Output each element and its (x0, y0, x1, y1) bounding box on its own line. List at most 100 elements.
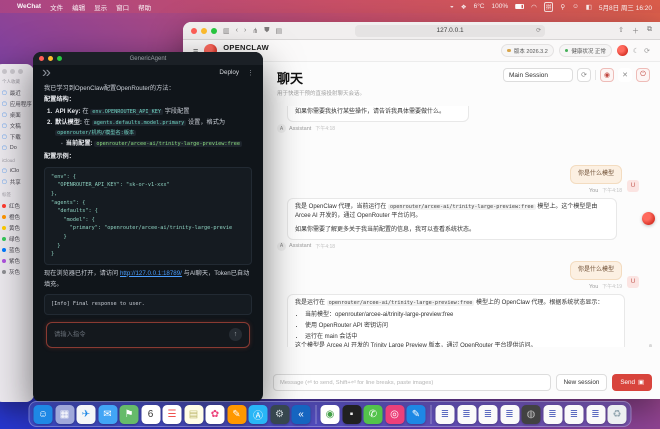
finder-sidebar-item[interactable]: 橙色 (2, 211, 34, 222)
finder-sidebar-item[interactable]: 灰色 (2, 266, 34, 277)
forward-icon[interactable]: › (244, 27, 246, 34)
dock-settings-gear[interactable]: ⚙ (270, 405, 289, 424)
refresh-icon[interactable]: ⟳ (644, 47, 650, 55)
message-input[interactable] (273, 374, 551, 391)
dock-launchpad[interactable]: ▦ (55, 405, 74, 424)
dock-music-app[interactable]: ◎ (385, 405, 404, 424)
extension-icon-1[interactable]: ⋔ (252, 27, 258, 35)
dock-wechat[interactable]: ✆ (364, 405, 383, 424)
tab-overview-icon[interactable]: ⧉ (647, 26, 652, 36)
dock-finder[interactable]: ☺ (34, 405, 53, 424)
finder-sidebar-item[interactable]: ▢iClo (2, 165, 34, 176)
menu-file[interactable]: 文件 (50, 2, 63, 12)
dock-trash[interactable]: ♻ (608, 405, 627, 424)
menu-view[interactable]: 显示 (94, 2, 107, 12)
dock-calendar[interactable]: 6 (141, 405, 160, 424)
extension-icon-2[interactable]: ⛊ (264, 27, 269, 35)
assistant-message: ⋯ 如果你需要我执行某些操作，请告诉我具体需要做什么。 A Assistant … (287, 106, 477, 132)
weather-widget[interactable]: 6°C (474, 3, 485, 10)
active-app-name[interactable]: WeChat (17, 3, 41, 10)
user-switch-icon[interactable]: ☺ (572, 3, 579, 10)
agent-titlebar[interactable]: GenericAgent (33, 52, 263, 65)
command-input[interactable]: 请输入指令 ↑ (46, 322, 250, 348)
inline-code: openrouter/arcee-ai/trinity-large-previe… (388, 204, 536, 210)
dock-safari[interactable]: ✈ (77, 405, 96, 424)
finder-sidebar-item[interactable]: ▢最近 (2, 87, 34, 98)
finder-sidebar-item[interactable]: 蓝色 (2, 244, 34, 255)
finder-sidebar-item[interactable]: ▢桌面 (2, 109, 34, 120)
back-icon[interactable]: ‹ (236, 27, 238, 34)
dock-minimized-window-5[interactable]: ≣ (543, 405, 562, 424)
finder-sidebar-item[interactable]: ▢共享 (2, 176, 34, 187)
finder-traffic-lights[interactable] (2, 69, 34, 74)
local-url-link[interactable]: http://127.0.0.1:18789/ (120, 270, 182, 277)
finder-item-label: 橙色 (9, 213, 20, 221)
deploy-button[interactable]: Deploy (219, 69, 239, 76)
power-button[interactable]: ⏻ (636, 68, 650, 82)
dock-dark-app[interactable]: ▪ (342, 405, 361, 424)
session-select[interactable]: Main Session (503, 68, 573, 82)
search-icon[interactable]: ⚲ (560, 3, 565, 11)
finder-window[interactable]: 个人收藏▢最近▢应用程序▢桌面▢文稿▢下载▢DoiCloud▢iClo▢共享标签… (0, 64, 34, 402)
address-bar[interactable]: 127.0.0.1 ⟳ (355, 25, 545, 37)
dock-minimized-window-3[interactable]: ≣ (479, 405, 498, 424)
new-session-button[interactable]: New session (556, 374, 608, 391)
vpn-shield-icon[interactable]: ◒ (450, 3, 454, 10)
dock-minimized-window-4[interactable]: ≣ (500, 405, 519, 424)
finder-sidebar-item[interactable]: ▢Do (2, 142, 34, 153)
send-button[interactable]: Send ▣ (612, 374, 652, 391)
input-method-icon[interactable]: 拼 (544, 2, 554, 12)
menu-bar-clock[interactable]: 5月8日 周三 16:20 (599, 2, 652, 12)
sidebar-toggle-icon[interactable]: ▥ (223, 27, 230, 35)
submit-arrow-button[interactable]: ↑ (229, 328, 242, 341)
finder-sidebar-item[interactable]: 红色 (2, 200, 34, 211)
reader-icon[interactable]: ▤ (275, 27, 282, 35)
assistant-bullets: 当前模型：openrouter/arcee-ai/trinity-large-p… (305, 311, 617, 342)
dock-minimized-window-dark[interactable]: ◍ (522, 405, 541, 424)
dock-minimized-window-1[interactable]: ≣ (436, 405, 455, 424)
dock-compose-app[interactable]: ✎ (407, 405, 426, 424)
dock-minimized-window-7[interactable]: ≣ (586, 405, 605, 424)
control-center-icon[interactable]: ◧ (586, 3, 592, 11)
share-icon[interactable]: ⇧ (618, 26, 624, 36)
message-text: 你是什么模型 (570, 261, 622, 280)
overflow-menu-icon[interactable]: ⋮ (247, 69, 254, 77)
finder-sidebar-item[interactable]: 绿色 (2, 233, 34, 244)
dock-vscode[interactable]: « (292, 405, 311, 424)
debug-button[interactable]: ◉ (600, 68, 614, 82)
new-tab-icon[interactable]: ＋ (632, 26, 639, 36)
dock-minimized-window-2[interactable]: ≣ (457, 405, 476, 424)
theme-toggle-icon[interactable]: ☾ (633, 47, 639, 55)
display-icon[interactable]: ❖ (461, 3, 467, 11)
finder-sidebar-item[interactable]: 紫色 (2, 255, 34, 266)
finder-sidebar-item[interactable]: ▢文稿 (2, 120, 34, 131)
finder-sidebar-item[interactable]: 黄色 (2, 222, 34, 233)
finder-item-label: 紫色 (9, 257, 20, 265)
user-avatar[interactable] (617, 45, 628, 56)
scrollbar-thumb[interactable] (649, 344, 652, 347)
collapse-icon[interactable]: » (42, 64, 51, 82)
menu-help[interactable]: 帮助 (138, 2, 151, 12)
menu-window[interactable]: 窗口 (116, 2, 129, 12)
agent-window[interactable]: GenericAgent » Deploy ⋮ 我已学习到OpenClaw配置O… (33, 52, 263, 402)
dock-notes[interactable]: ▤ (184, 405, 203, 424)
timestamp: 下午4:18 (315, 125, 335, 132)
reload-icon[interactable]: ⟳ (536, 27, 541, 34)
finder-sidebar-item[interactable]: ▢下载 (2, 131, 34, 142)
dock-minimized-window-6[interactable]: ≣ (565, 405, 584, 424)
dock-photos[interactable]: ✿ (206, 405, 225, 424)
dock-pages[interactable]: ✎ (227, 405, 246, 424)
dock-mail[interactable]: ✉ (98, 405, 117, 424)
menu-edit[interactable]: 编辑 (72, 2, 85, 12)
wifi-icon[interactable]: ◠ (531, 3, 537, 11)
dock-maps[interactable]: ⚑ (120, 405, 139, 424)
dock-chrome[interactable]: ◉ (321, 405, 340, 424)
browser-traffic-lights[interactable] (191, 28, 217, 34)
openclaw-logo-floating[interactable] (642, 212, 655, 225)
clear-button[interactable]: ✕ (618, 68, 632, 82)
finder-sidebar-item[interactable]: ▢应用程序 (2, 98, 34, 109)
session-refresh-button[interactable]: ⟳ (577, 68, 591, 82)
dock-reminders[interactable]: ☰ (163, 405, 182, 424)
message-list[interactable]: ⋯ 如果你需要我执行某些操作，请告诉我具体需要做什么。 A Assistant … (273, 106, 654, 347)
dock-app-store[interactable]: Ⓐ (249, 405, 268, 424)
